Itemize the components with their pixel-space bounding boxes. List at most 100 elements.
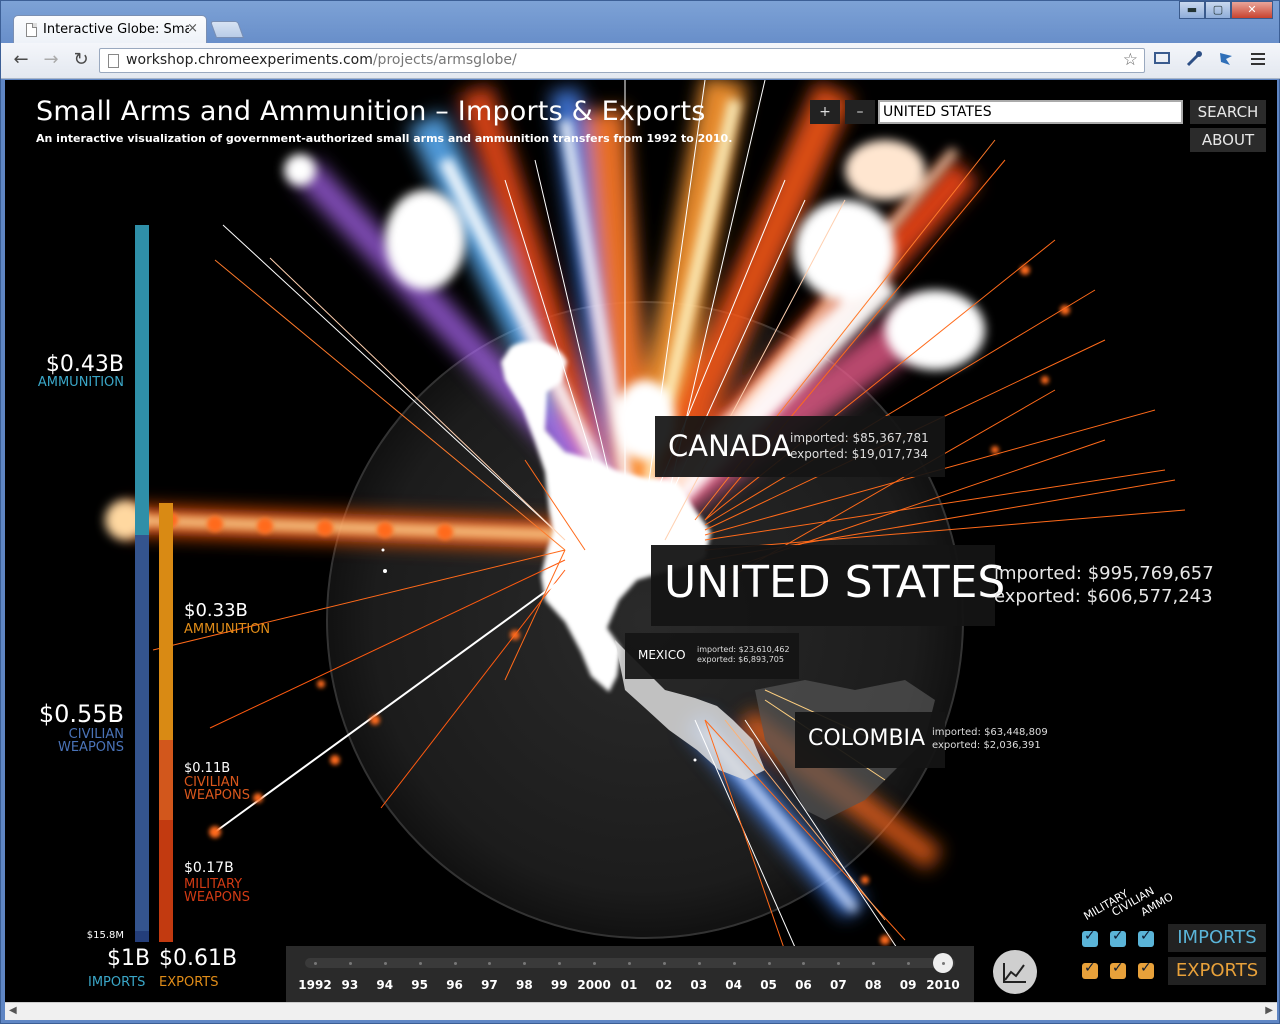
zoom-out-button[interactable]: – <box>845 100 875 124</box>
year-label-04[interactable]: 04 <box>725 978 742 992</box>
back-button[interactable]: ← <box>9 49 33 73</box>
year-label-98[interactable]: 98 <box>516 978 533 992</box>
timeline-tick <box>418 962 422 965</box>
browser-tab[interactable]: Interactive Globe: Small × <box>13 15 207 43</box>
close-window-button[interactable]: ✕ <box>1231 1 1273 19</box>
timeline-tick <box>697 962 701 965</box>
timeline-tick <box>767 962 771 965</box>
imports-toggle-button[interactable]: IMPORTS <box>1168 924 1266 952</box>
page-icon <box>26 23 37 37</box>
new-tab-button[interactable] <box>209 21 245 38</box>
mexico-exported: exported: $6,893,705 <box>697 655 784 664</box>
timeline-tick <box>628 962 631 965</box>
year-label-01[interactable]: 01 <box>621 978 638 992</box>
year-label-05[interactable]: 05 <box>760 978 777 992</box>
timeline-tick <box>802 962 806 965</box>
country-label-united-states[interactable]: UNITED STATES <box>651 545 1005 626</box>
timeline-tick <box>593 962 597 965</box>
year-label-1992[interactable]: 1992 <box>298 978 331 992</box>
year-label-93[interactable]: 93 <box>342 978 359 992</box>
year-label-96[interactable]: 96 <box>446 978 463 992</box>
exports-ammo-checkbox[interactable]: ✓ <box>1138 960 1154 979</box>
year-label-09[interactable]: 09 <box>900 978 917 992</box>
timeline-tick <box>488 962 492 965</box>
page-subtitle: An interactive visualization of governme… <box>36 132 733 145</box>
timeline-tick <box>837 962 841 965</box>
country-label-canada[interactable]: CANADA imported: $85,367,781 exported: $… <box>655 416 945 477</box>
year-label-95[interactable]: 95 <box>411 978 428 992</box>
menu-icon[interactable] <box>1247 50 1269 72</box>
year-label-03[interactable]: 03 <box>690 978 707 992</box>
tab-strip: Interactive Globe: Small × ▬ ▢ ✕ <box>1 1 1280 43</box>
maximize-button[interactable]: ▢ <box>1205 1 1231 19</box>
country-label-colombia[interactable]: COLOMBIA <box>795 712 945 768</box>
scroll-right-arrow-icon[interactable]: ▶ <box>1265 1005 1273 1016</box>
timeline-track[interactable] <box>305 953 955 973</box>
url-text[interactable]: workshop.chromeexperiments.com/projects/… <box>126 52 517 68</box>
exports-toggle-button[interactable]: EXPORTS <box>1168 957 1266 985</box>
exports-ammunition-label: AMMUNITION <box>184 622 271 637</box>
timeline-tick <box>383 962 387 965</box>
exports-civilian-checkbox[interactable]: ✓ <box>1110 960 1126 979</box>
page-icon <box>108 54 119 68</box>
imports-total: $1B <box>107 946 151 971</box>
year-label-99[interactable]: 99 <box>551 978 568 992</box>
canada-imported: imported: $85,367,781 <box>790 431 929 445</box>
zoom-in-button[interactable]: + <box>810 100 840 124</box>
tab-title: Interactive Globe: Small <box>43 22 189 37</box>
exports-military-label-2: WEAPONS <box>184 890 251 905</box>
year-timeline[interactable]: 1992 93 94 95 96 97 98 99 2000 01 02 03 04 05 06 07 08 09… <box>286 946 974 1002</box>
imports-civilian-amount: $0.55B <box>38 700 124 728</box>
screen-capture-icon[interactable] <box>1151 50 1173 72</box>
browser-window: Interactive Globe: Small × ▬ ▢ ✕ ← → ↻ w… <box>0 0 1280 1024</box>
timeline-tick <box>314 962 317 965</box>
tab-close-icon[interactable]: × <box>187 21 198 36</box>
timeline-tick <box>732 962 736 965</box>
history-graph-button[interactable] <box>993 950 1037 994</box>
country-search-input[interactable] <box>878 100 1183 124</box>
country-label-mexico[interactable]: MEXICO imported: $23,610,462 exported: $… <box>625 633 799 679</box>
bookmark-star-icon[interactable]: ☆ <box>1123 50 1138 70</box>
url-host: workshop.chromeexperiments.com <box>126 52 373 68</box>
imports-military-checkbox[interactable]: ✓ <box>1082 928 1098 947</box>
colombia-exported: exported: $2,036,391 <box>932 740 1041 751</box>
exports-civilian-bar <box>159 740 173 820</box>
imports-ammo-checkbox[interactable]: ✓ <box>1138 928 1154 947</box>
imports-military-bar <box>135 930 149 942</box>
extension-icon[interactable] <box>1215 50 1237 72</box>
reload-button[interactable]: ↻ <box>69 49 93 73</box>
imports-ammunition-amount: $0.43B <box>45 352 124 377</box>
exports-total-label: EXPORTS <box>159 975 219 990</box>
year-label-2000[interactable]: 2000 <box>577 978 610 992</box>
year-label-06[interactable]: 06 <box>795 978 812 992</box>
imports-total-label: IMPORTS <box>88 975 146 990</box>
address-bar[interactable]: workshop.chromeexperiments.com/projects/… <box>99 48 1145 73</box>
search-button[interactable]: SEARCH <box>1190 100 1266 124</box>
mexico-name: MEXICO <box>638 648 686 662</box>
colombia-name: COLOMBIA <box>808 726 926 751</box>
year-label-08[interactable]: 08 <box>865 978 882 992</box>
imports-ammunition-bar <box>135 225 149 535</box>
exports-military-amount: $0.17B <box>184 860 234 876</box>
eyedropper-icon[interactable] <box>1183 50 1205 72</box>
exports-total: $0.61B <box>159 946 238 971</box>
year-label-2010[interactable]: 2010 <box>926 978 959 992</box>
about-button[interactable]: ABOUT <box>1190 128 1266 152</box>
forward-button[interactable]: → <box>39 49 63 73</box>
imports-civilian-checkbox[interactable]: ✓ <box>1110 928 1126 947</box>
year-label-07[interactable]: 07 <box>830 978 847 992</box>
minimize-button[interactable]: ▬ <box>1179 1 1205 19</box>
check-icon: ✓ <box>1140 960 1152 976</box>
year-label-94[interactable]: 94 <box>376 978 393 992</box>
check-icon: ✓ <box>1112 928 1124 944</box>
timeline-tick <box>523 962 527 965</box>
year-label-97[interactable]: 97 <box>481 978 498 992</box>
check-icon: ✓ <box>1112 960 1124 976</box>
scroll-left-arrow-icon[interactable]: ◀ <box>9 1005 17 1016</box>
horizontal-scrollbar[interactable]: ◀ ▶ <box>5 1002 1277 1020</box>
exports-military-bar <box>159 819 173 942</box>
year-label-02[interactable]: 02 <box>656 978 673 992</box>
check-icon: ✓ <box>1140 928 1152 944</box>
colombia-imported: imported: $63,448,809 <box>932 727 1048 738</box>
exports-military-checkbox[interactable]: ✓ <box>1082 960 1098 979</box>
